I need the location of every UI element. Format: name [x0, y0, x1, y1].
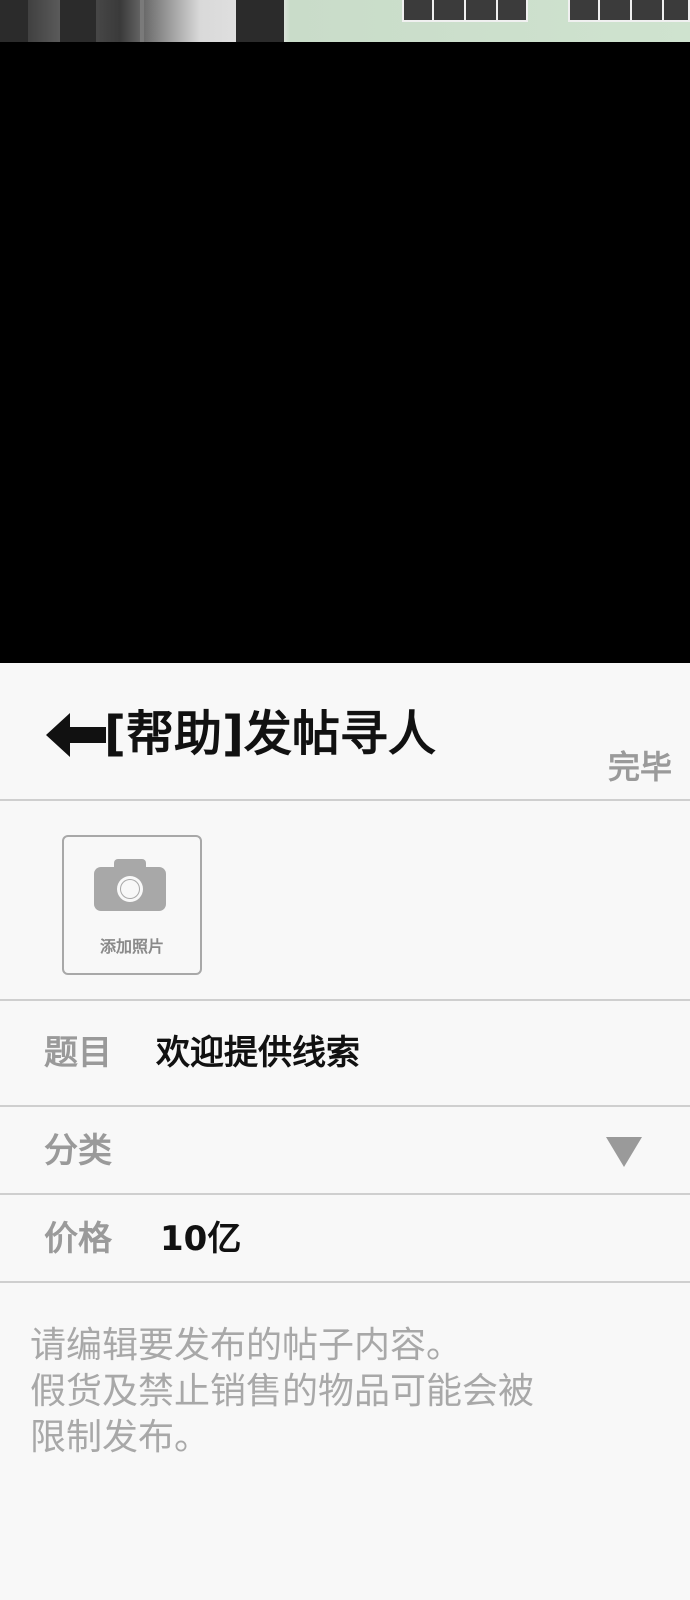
content-placeholder-line: 请编辑要发布的帖子内容。	[30, 1325, 463, 1366]
title-label: 题目	[44, 1033, 112, 1073]
tree-shape	[0, 0, 28, 42]
black-panel	[0, 42, 690, 663]
add-photo-label: 添加照片	[99, 937, 164, 956]
title-input[interactable]: 欢迎提供线索	[156, 1031, 360, 1075]
page-title: [帮助]发帖寻人	[104, 706, 436, 762]
price-input[interactable]: 10亿	[160, 1217, 241, 1261]
tree-shape	[236, 0, 284, 42]
window-frame	[432, 0, 434, 22]
arrow-left-icon	[46, 713, 106, 757]
triangle-down-icon[interactable]	[606, 1137, 642, 1167]
window-frame	[598, 0, 600, 22]
tree-shape	[60, 0, 96, 42]
content-placeholder-line: 限制发布。	[30, 1417, 211, 1458]
add-photo-button[interactable]: 添加照片	[62, 835, 202, 975]
price-label: 价格	[44, 1219, 112, 1259]
back-button[interactable]	[46, 713, 106, 757]
category-field-row[interactable]: 分类	[0, 1107, 690, 1195]
background-photo-strip	[0, 0, 690, 42]
header-bar: [帮助]发帖寻人 完毕	[0, 663, 690, 801]
camera-icon	[94, 859, 166, 911]
content-placeholder-line: 假货及禁止销售的物品可能会被	[30, 1371, 535, 1412]
window-frame	[464, 0, 466, 22]
done-button[interactable]: 完毕	[608, 747, 672, 787]
category-label: 分类	[44, 1131, 112, 1171]
price-field-row[interactable]: 价格 10亿	[0, 1195, 690, 1283]
content-textarea[interactable]: 请编辑要发布的帖子内容。 假货及禁止销售的物品可能会被 限制发布。	[30, 1323, 650, 1461]
pole-shape	[140, 0, 144, 42]
window-shape	[568, 0, 690, 22]
window-frame	[662, 0, 664, 22]
post-editor-screen: [帮助]发帖寻人 完毕 添加照片 题目 欢迎提供线索 分类 价格 10亿 请编辑…	[0, 663, 690, 1600]
photo-section: 添加照片	[0, 801, 690, 1001]
window-frame	[630, 0, 632, 22]
window-frame	[496, 0, 498, 22]
title-field-row[interactable]: 题目 欢迎提供线索	[0, 1001, 690, 1107]
